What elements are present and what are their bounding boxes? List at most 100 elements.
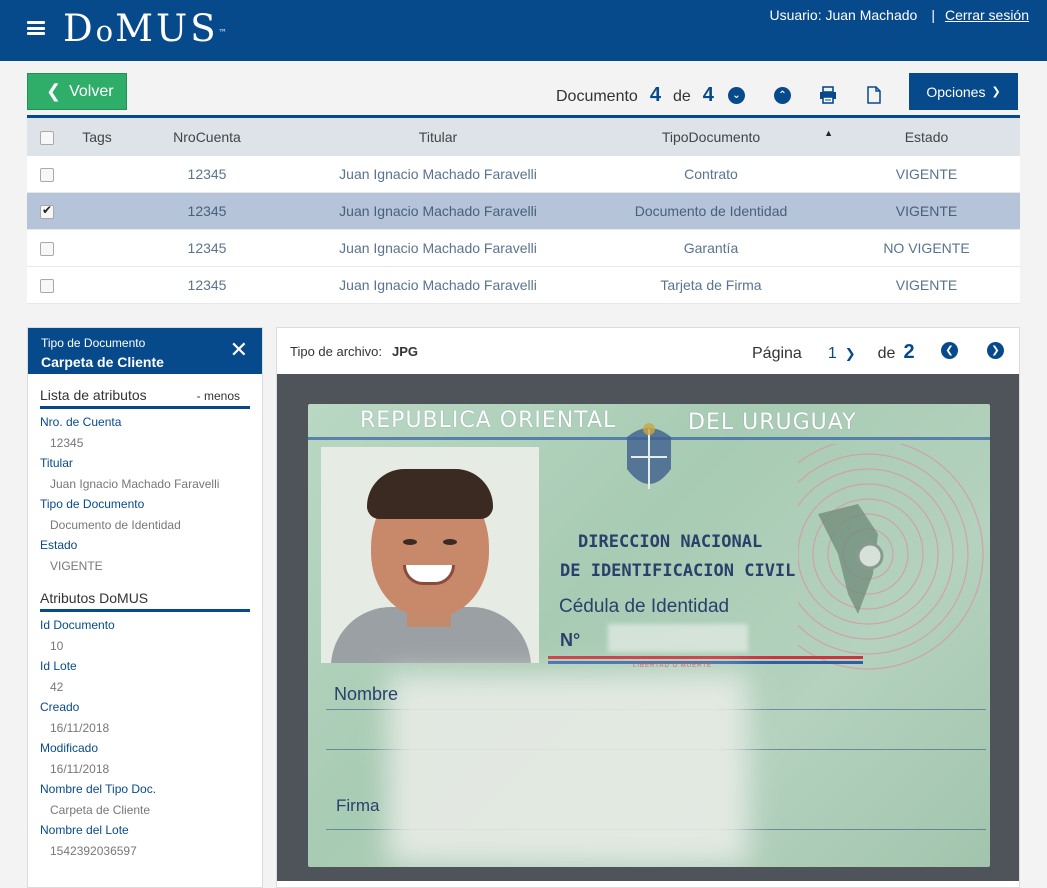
chevron-left-icon: ❮ [46, 81, 62, 101]
tipo-cell: Contrato [589, 155, 833, 193]
document-type-name: Carpeta de Cliente [41, 354, 164, 370]
attribute-value: 12345 [50, 436, 84, 450]
card-line-3: Cédula de Identidad [559, 596, 730, 617]
attribute-value: Documento de Identidad [50, 518, 181, 532]
attribute-list-heading: Lista de atributos [40, 387, 147, 403]
document-current: 4 [649, 84, 661, 106]
file-type: Tipo de archivo: JPG [290, 344, 418, 359]
photo-hair [367, 469, 493, 519]
documents-table: Tags NroCuenta Titular TipoDocumento ▲ Es… [27, 115, 1020, 304]
image-canvas[interactable]: REPUBLICA ORIENTAL DEL URUGUAY DIRECCION… [277, 374, 1019, 881]
chevron-down-icon: ❯ [991, 86, 1001, 98]
collapse-toggle[interactable]: - menos [197, 389, 240, 403]
attribute-key: Nombre del Tipo Doc. [40, 782, 157, 796]
next-page-icon[interactable]: ❯ [987, 342, 1004, 359]
close-icon[interactable]: ✕ [230, 339, 248, 361]
cuenta-cell: 12345 [127, 266, 287, 304]
document-viewer: Tipo de archivo: JPG Página 1 ❯ de 2 ❮ ❯ … [276, 327, 1020, 888]
card-header-right: DEL URUGUAY [688, 410, 857, 435]
attribute-key: Id Documento [40, 618, 115, 632]
column-header-estado[interactable]: Estado [833, 117, 1020, 156]
separator: | [931, 7, 935, 23]
back-button[interactable]: ❮ Volver [27, 73, 127, 110]
titular-cell: Juan Ignacio Machado Faravelli [287, 266, 589, 304]
attribute-key: Nombre del Lote [40, 823, 129, 837]
red-stripe [548, 656, 863, 659]
previous-page-icon[interactable]: ❮ [941, 342, 958, 359]
hamburger-menu-icon[interactable] [27, 21, 45, 35]
row-checkbox[interactable] [40, 242, 54, 257]
table-row-selected[interactable]: 12345 Juan Ignacio Machado Faravelli Doc… [27, 192, 1020, 230]
column-header-nrocuenta[interactable]: NroCuenta [127, 117, 287, 156]
attribute-key: Estado [40, 538, 78, 552]
table-row[interactable]: 12345 Juan Ignacio Machado Faravelli Tar… [27, 266, 1020, 304]
page-navigator: Página 1 ❯ de 2 [752, 341, 925, 364]
redacted-area [388, 674, 748, 864]
attribute-key: Tipo de Documento [40, 497, 145, 511]
page-current[interactable]: 1 [828, 345, 837, 363]
tags-cell [67, 192, 127, 230]
attribute-list-title: Lista de atributos - menos [40, 387, 250, 409]
tipo-cell: Documento de Identidad [589, 192, 833, 230]
attributes-panel-header: Tipo de Documento Carpeta de Cliente ✕ [28, 328, 262, 374]
attribute-key: Creado [40, 700, 80, 714]
cuenta-cell: 12345 [127, 192, 287, 230]
attribute-key: Id Lote [40, 659, 77, 673]
card-signature-label: Firma [336, 796, 380, 815]
card-name-label: Nombre [334, 684, 399, 704]
back-button-label: Volver [69, 82, 114, 100]
attribute-value: Carpeta de Cliente [50, 803, 151, 817]
photo-eye-left [403, 539, 417, 545]
redacted-number [608, 624, 748, 652]
card-number-label: N° [560, 630, 581, 650]
column-header-tags[interactable]: Tags [67, 117, 127, 156]
card-motto: LIBERTAD O MUERTE [633, 663, 713, 669]
page-label: Página [752, 345, 802, 362]
top-bar: DoMUS™ Usuario: Juan Machado | Cerrar sesi… [0, 0, 1047, 61]
column-header-tipodocumento[interactable]: TipoDocumento ▲ [589, 117, 833, 156]
tipo-cell: Tarjeta de Firma [589, 266, 833, 304]
domus-logo: DoMUS™ [63, 7, 230, 50]
logout-link[interactable]: Cerrar sesión [945, 7, 1029, 23]
attribute-value: Juan Ignacio Machado Faravelli [50, 477, 220, 491]
file-type-value: JPG [392, 344, 419, 359]
file-icon[interactable] [866, 86, 882, 104]
options-button[interactable]: Opciones ❯ [909, 73, 1018, 110]
attribute-value: 16/11/2018 [50, 721, 110, 735]
domus-attributes-title: Atributos DoMUS [40, 590, 250, 612]
estado-cell: VIGENTE [833, 192, 1020, 230]
cuenta-cell: 12345 [127, 155, 287, 193]
card-header-left: REPUBLICA ORIENTAL [360, 408, 617, 433]
column-header-tipodocumento-label: TipoDocumento [661, 128, 761, 145]
row-checkbox[interactable] [40, 167, 54, 182]
titular-cell: Juan Ignacio Machado Faravelli [287, 155, 589, 193]
attribute-key: Modificado [40, 741, 99, 755]
titular-cell: Juan Ignacio Machado Faravelli [287, 192, 589, 230]
next-document-icon[interactable]: ⌄ [728, 87, 745, 104]
table-row[interactable]: 12345 Juan Ignacio Machado Faravelli Con… [27, 155, 1020, 193]
row-checkbox[interactable] [40, 279, 54, 294]
attribute-value: 42 [50, 680, 64, 694]
row-checkbox-checked[interactable] [40, 203, 54, 220]
id-card-image: REPUBLICA ORIENTAL DEL URUGUAY DIRECCION… [308, 404, 990, 867]
document-type-label: Tipo de Documento [41, 336, 146, 350]
tags-cell [67, 155, 127, 193]
previous-document-icon[interactable]: ⌃ [774, 87, 791, 104]
domus-attributes-heading: Atributos DoMUS [40, 590, 149, 606]
table-row[interactable]: 12345 Juan Ignacio Machado Faravelli Gar… [27, 229, 1020, 267]
photo-eye-right [443, 539, 457, 545]
row-checkbox-cell [27, 192, 67, 230]
column-header-titular[interactable]: Titular [287, 117, 589, 156]
print-icon[interactable] [819, 86, 837, 104]
page-select-chevron-down-icon[interactable]: ❯ [845, 346, 856, 362]
tipo-cell: Garantía [589, 229, 833, 267]
id-photo [321, 447, 539, 663]
user-info: Usuario: Juan Machado | Cerrar sesión [769, 7, 1029, 23]
attribute-value: 16/11/2018 [50, 762, 110, 776]
user-label: Usuario: Juan Machado [769, 7, 918, 23]
select-all-checkbox[interactable] [40, 130, 54, 145]
titular-cell: Juan Ignacio Machado Faravelli [287, 229, 589, 267]
page-of: de [877, 345, 896, 362]
concentric-rings-graphic [798, 444, 984, 670]
sort-ascending-icon[interactable]: ▲ [824, 128, 833, 138]
